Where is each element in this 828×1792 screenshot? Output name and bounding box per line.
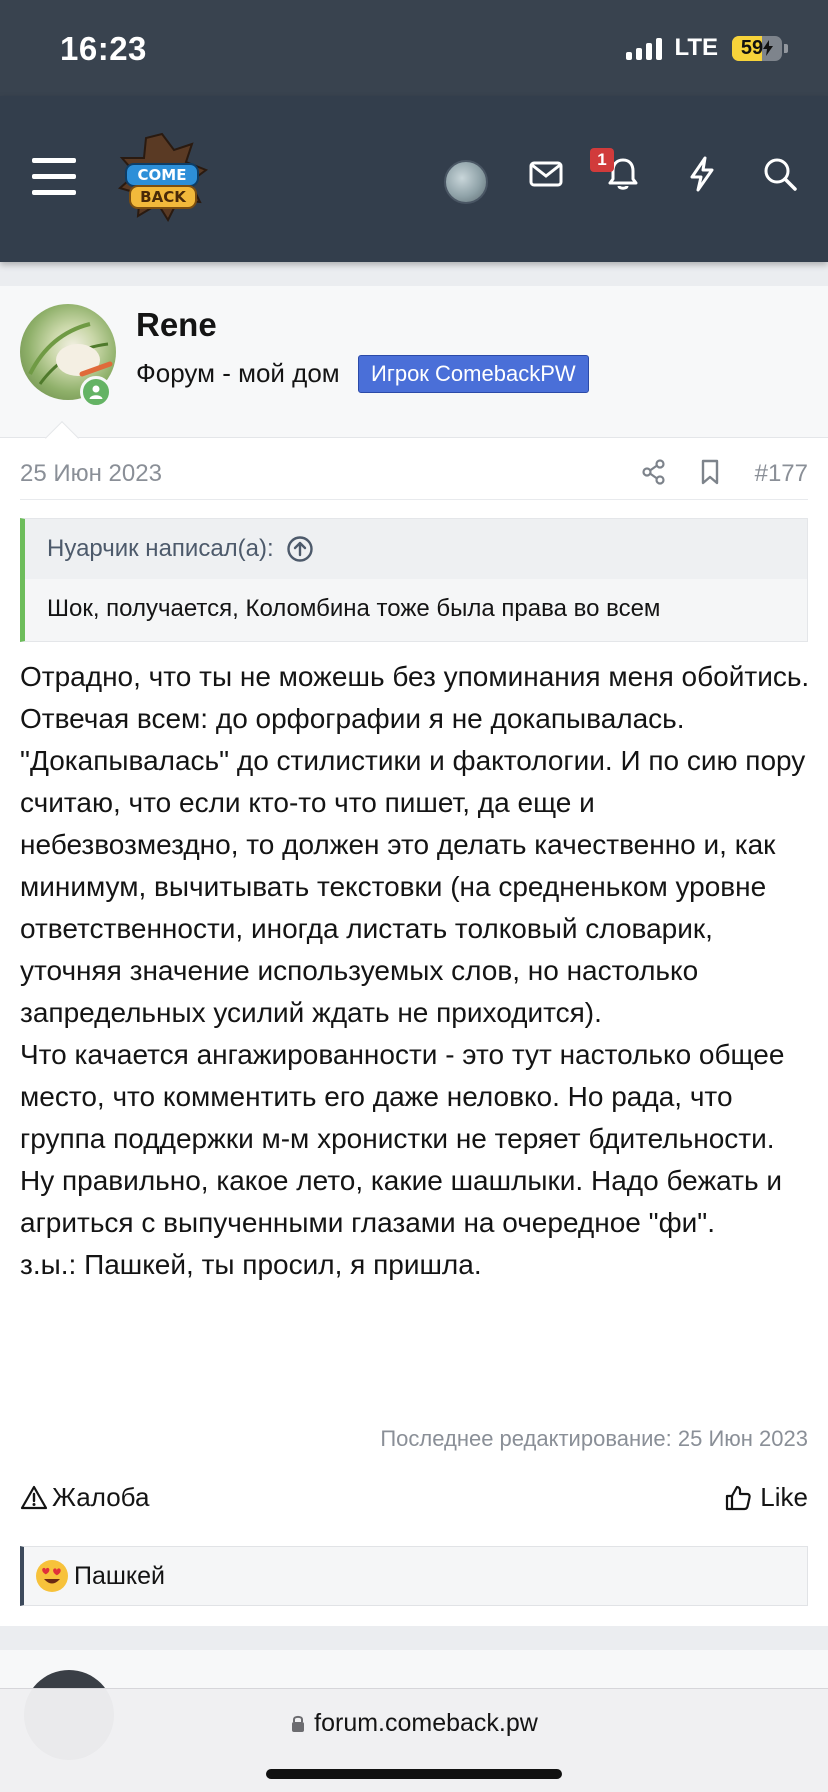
last-edit-note: Последнее редактирование: 25 Июн 2023 [380, 1426, 808, 1451]
post-actions: Жалоба Like [20, 1482, 808, 1522]
battery-level: 59 [740, 36, 764, 59]
post-author-header: Rene Форум - мой дом Игрок ComebackPW [0, 286, 828, 455]
status-bar: 16:23 LTE 59 [0, 0, 828, 96]
heart-eyes-emoji-icon [36, 1560, 68, 1592]
report-button[interactable]: Жалоба [20, 1482, 149, 1513]
report-label: Жалоба [52, 1482, 150, 1512]
reaction-user[interactable]: Пашкей [74, 1562, 165, 1591]
battery-icon: 59 [732, 35, 788, 61]
user-avatar[interactable] [444, 160, 488, 204]
svg-text:COME: COME [138, 166, 187, 184]
charging-bolt-icon [763, 40, 774, 56]
bookmark-icon[interactable] [696, 458, 724, 486]
site-logo[interactable]: COME BACK [112, 130, 212, 226]
share-icon[interactable] [640, 458, 668, 486]
post-body: Отрадно, что ты не можешь без упоминания… [20, 656, 812, 1286]
like-label: Like [760, 1482, 808, 1512]
browser-url-bar[interactable]: forum.comeback.pw [0, 1688, 828, 1792]
post-meta: 25 Июн 2023 #177 [20, 456, 808, 500]
quote-header[interactable]: Нуарчик написал(а): [25, 519, 807, 579]
thumbs-up-icon [726, 1485, 752, 1510]
top-nav-bar: COME BACK 1 [0, 96, 828, 262]
post-paragraph: Отвечая всем: до орфографии я не докапыв… [20, 703, 806, 1028]
post-paragraph: з.ы.: Пашкей, ты просил, я пришла. [20, 1249, 482, 1280]
notification-count-badge: 1 [590, 148, 614, 172]
signal-icon [626, 36, 663, 60]
home-indicator[interactable] [266, 1769, 562, 1779]
svg-text:BACK: BACK [140, 188, 187, 206]
menu-icon[interactable] [32, 158, 76, 196]
online-status-icon [80, 376, 112, 408]
arrow-up-circle-icon[interactable] [286, 535, 314, 563]
network-type: LTE [674, 34, 718, 61]
author-username[interactable]: Rene [136, 306, 217, 344]
status-indicators: LTE 59 [626, 34, 788, 62]
post-paragraph: Что качается ангажированности - это тут … [20, 1039, 785, 1238]
quote-author: Нуарчик написал(а): [47, 535, 274, 562]
search-icon[interactable] [760, 154, 800, 194]
url-display[interactable]: forum.comeback.pw [0, 1709, 828, 1738]
post-paragraph: Отрадно, что ты не можешь без упоминания… [20, 661, 810, 692]
post-date[interactable]: 25 Июн 2023 [20, 460, 162, 488]
reactions-bar[interactable]: Пашкей [20, 1546, 808, 1606]
url-text: forum.comeback.pw [314, 1709, 538, 1737]
header-notch [45, 421, 79, 455]
post-number[interactable]: #177 [755, 460, 808, 488]
mail-icon[interactable] [526, 154, 566, 194]
quote-block: Нуарчик написал(а): Шок, получается, Кол… [20, 518, 808, 642]
author-title: Форум - мой дом [136, 358, 340, 388]
author-banner: Игрок ComebackPW [358, 355, 589, 393]
forum-post: Rene Форум - мой дом Игрок ComebackPW 25… [0, 286, 828, 1626]
quote-text: Шок, получается, Коломбина тоже была пра… [47, 595, 661, 622]
like-button[interactable]: Like [724, 1482, 808, 1513]
lock-icon [292, 1715, 305, 1732]
warning-icon [20, 1485, 48, 1509]
status-time: 16:23 [60, 30, 147, 67]
bolt-icon[interactable] [682, 154, 722, 194]
